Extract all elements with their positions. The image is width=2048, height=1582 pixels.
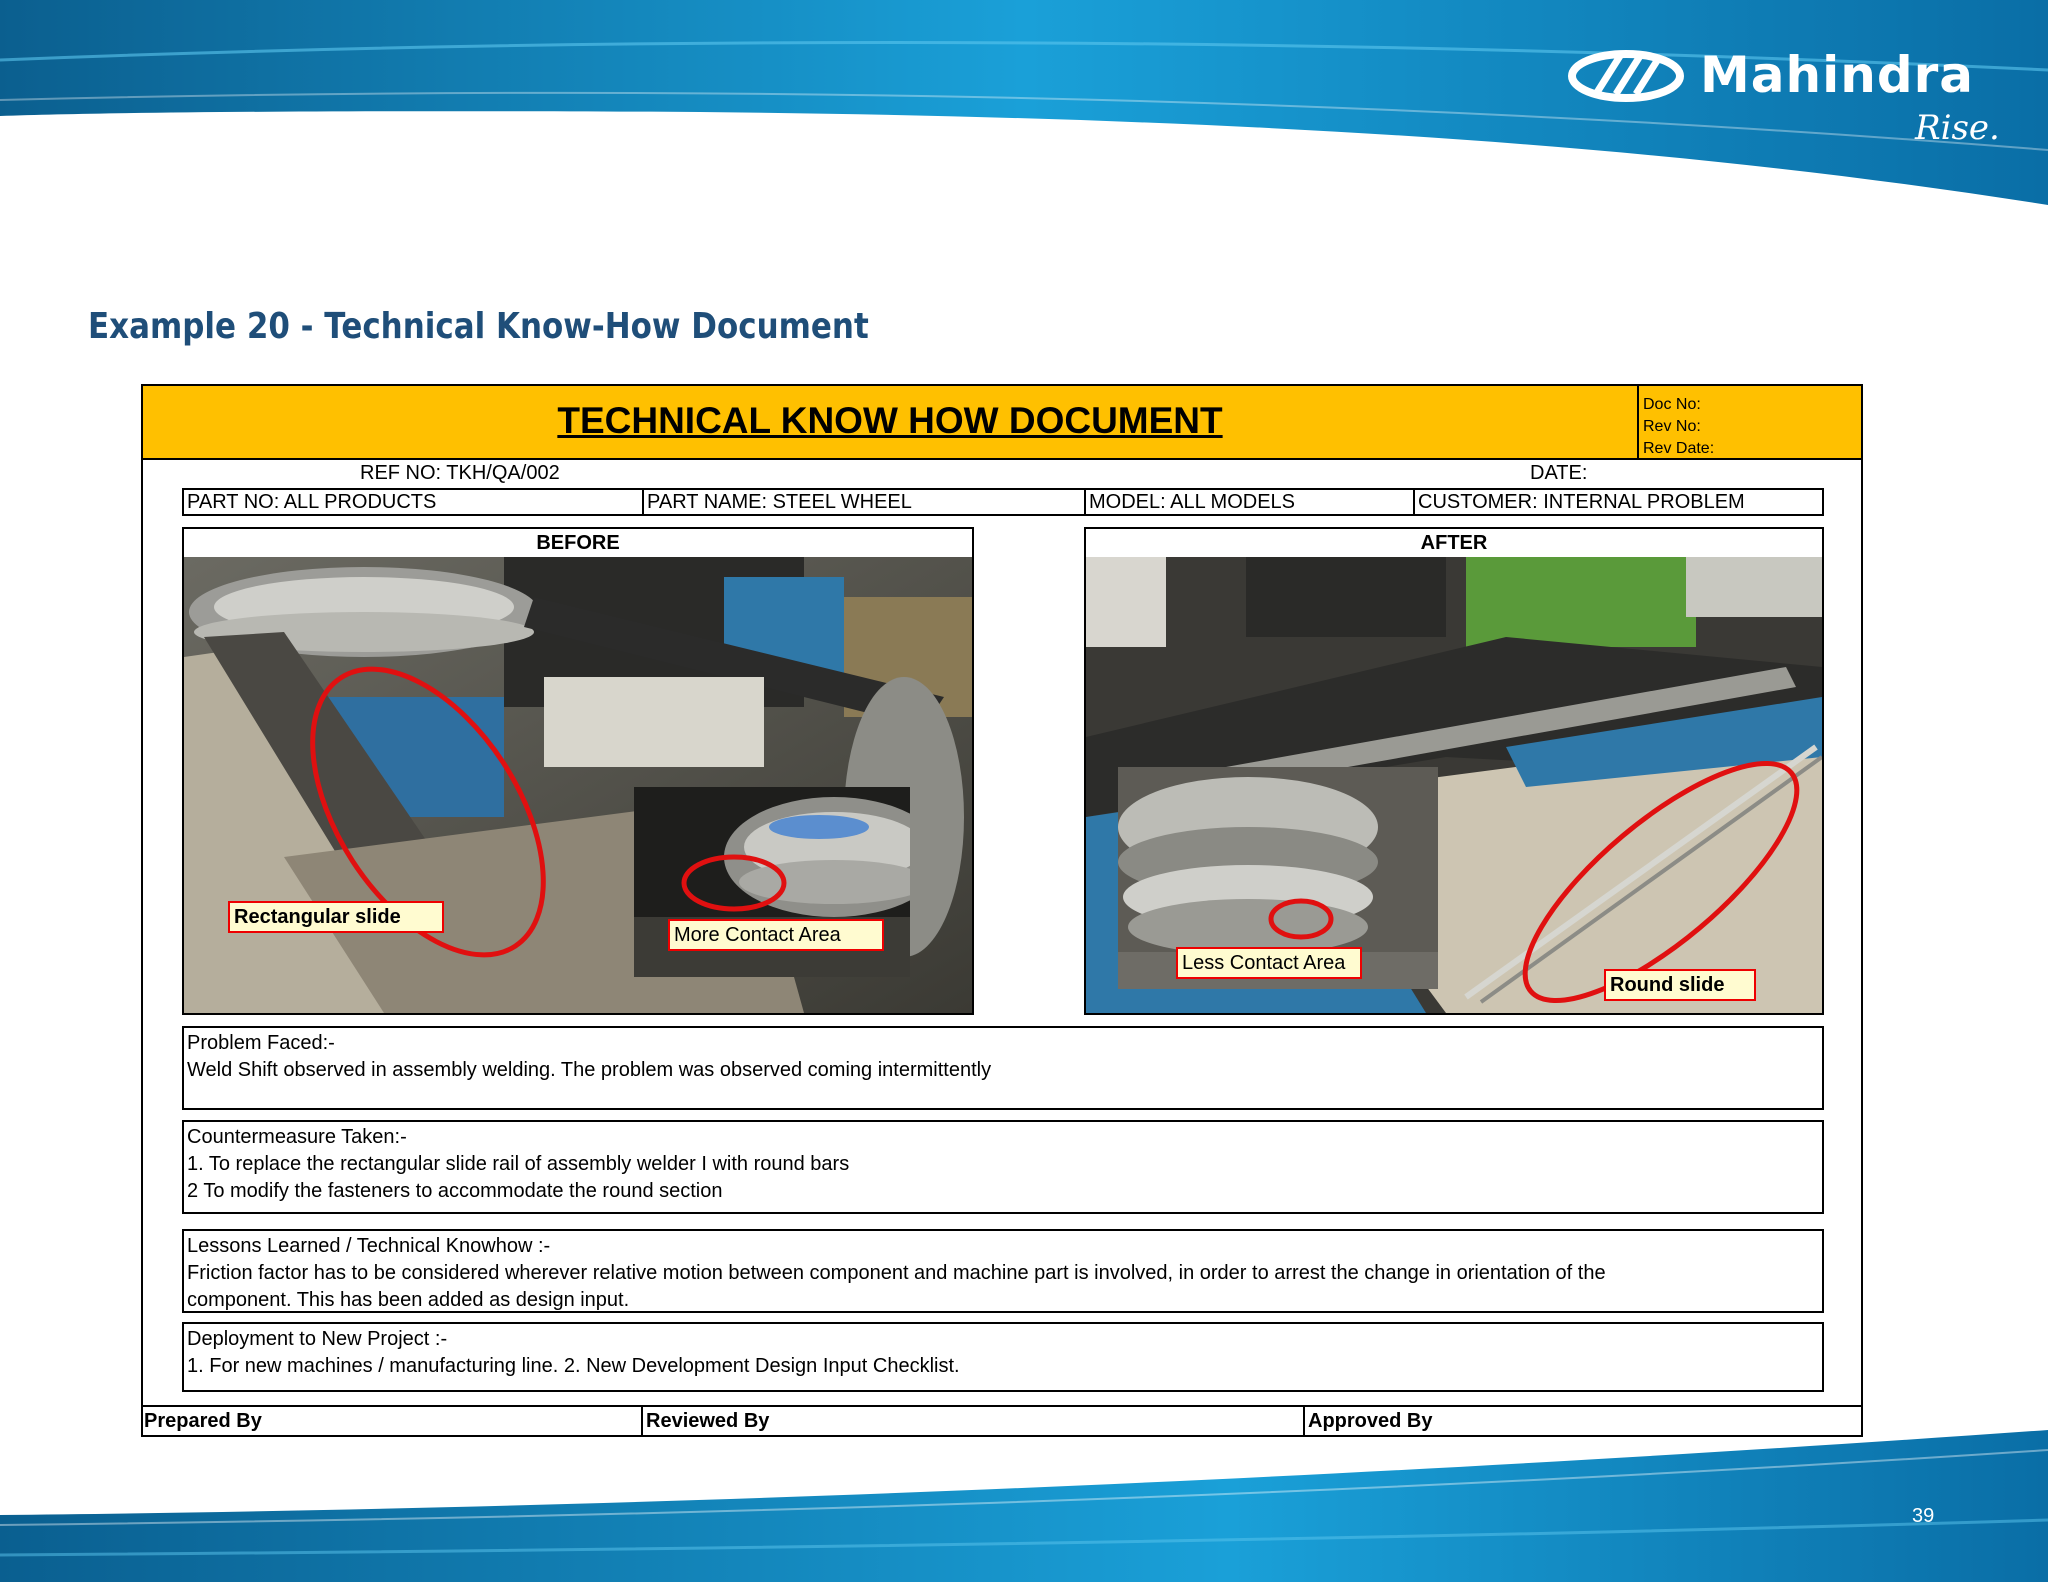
problem-heading: Problem Faced:- (187, 1032, 335, 1054)
deployment-section: Deployment to New Project :- 1. For new … (182, 1322, 1824, 1392)
brand-tagline: Rise. (1915, 108, 2000, 148)
part-name: PART NAME: STEEL WHEEL (644, 490, 1086, 514)
rev-no-label: Rev No: (1643, 418, 1701, 435)
document-title: TECHNICAL KNOW HOW DOCUMENT (557, 400, 1223, 441)
top-banner (0, 0, 2048, 205)
countermeasure-heading: Countermeasure Taken:- (187, 1126, 407, 1148)
problem-section: Problem Faced:- Weld Shift observed in a… (182, 1026, 1824, 1110)
countermeasure-line-1: 1. To replace the rectangular slide rail… (187, 1153, 850, 1175)
model: MODEL: ALL MODELS (1086, 490, 1415, 514)
after-label: AFTER (1420, 532, 1488, 554)
callout-more-contact-area: More Contact Area (668, 919, 884, 951)
lessons-line-2: component. This has been added as design… (187, 1289, 630, 1311)
callout-less-contact-area: Less Contact Area (1176, 947, 1362, 979)
problem-text: Weld Shift observed in assembly welding.… (187, 1059, 992, 1081)
before-label: BEFORE (536, 532, 620, 554)
before-panel: BEFORE Rectangular slide More Contact Ar… (182, 527, 974, 1015)
after-panel: AFTER Less Contact Area Round slide (1084, 527, 1824, 1015)
document-meta: Doc No: Rev No: Rev Date: (1637, 386, 1861, 458)
brand-name: Mahindra (1700, 46, 1975, 104)
page-number: 39 (1912, 1505, 1935, 1527)
ref-no: REF NO: TKH/QA/002 (360, 462, 560, 484)
date-label: DATE: (1530, 462, 1588, 484)
mahindra-logo-icon (1568, 50, 1684, 102)
part-no: PART NO: ALL PRODUCTS (184, 490, 644, 514)
rev-date-label: Rev Date: (1643, 440, 1715, 457)
customer: CUSTOMER: INTERNAL PROBLEM (1418, 491, 1745, 513)
lessons-section: Lessons Learned / Technical Knowhow :- F… (182, 1229, 1824, 1313)
countermeasure-line-2: 2 To modify the fasteners to accommodate… (187, 1180, 723, 1202)
doc-no-label: Doc No: (1643, 396, 1701, 413)
document-header: TECHNICAL KNOW HOW DOCUMENT Doc No: Rev … (143, 386, 1861, 460)
countermeasure-section: Countermeasure Taken:- 1. To replace the… (182, 1120, 1824, 1214)
callout-rectangular-slide: Rectangular slide (228, 901, 444, 933)
page-title: Example 20 - Technical Know-How Document (88, 306, 869, 347)
lessons-line-1: Friction factor has to be considered whe… (187, 1262, 1606, 1284)
lessons-heading: Lessons Learned / Technical Knowhow :- (187, 1235, 551, 1257)
callout-round-slide: Round slide (1604, 969, 1756, 1001)
deployment-heading: Deployment to New Project :- (187, 1328, 448, 1350)
deployment-text: 1. For new machines / manufacturing line… (187, 1355, 960, 1377)
bottom-banner (0, 1430, 2048, 1582)
part-info-row: PART NO: ALL PRODUCTS PART NAME: STEEL W… (182, 488, 1824, 516)
